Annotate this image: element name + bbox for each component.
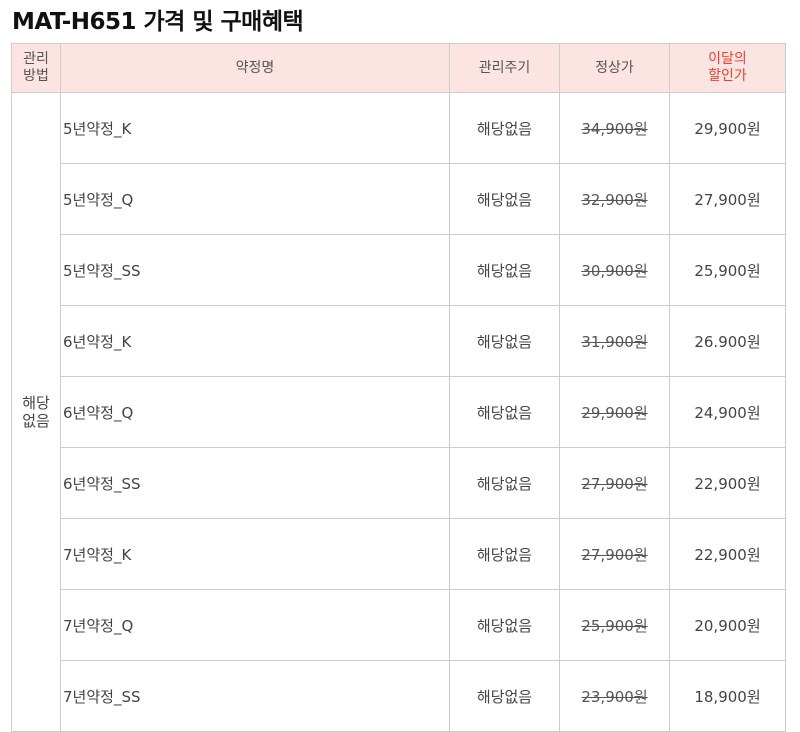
regular-price-cell: 27,900원 <box>559 518 670 590</box>
header-cycle: 관리주기 <box>449 43 560 93</box>
discount-price-cell: 18,900원 <box>669 660 786 732</box>
plan-name-cell: 5년약정_SS <box>60 234 450 306</box>
regular-price-strikethrough: 27,900원 <box>581 545 648 564</box>
table-row: 7년약정_Q 해당없음 25,900원 20,900원 <box>12 589 786 661</box>
table-header-row: 관리 방법 약정명 관리주기 정상가 이달의 할인가 <box>11 43 786 93</box>
method-value-line-1: 해당 <box>22 394 50 412</box>
method-cell: 해당 없음 <box>11 92 61 732</box>
discount-price-cell: 22,900원 <box>669 447 786 519</box>
cycle-cell: 해당없음 <box>449 234 560 306</box>
regular-price-cell: 29,900원 <box>559 376 670 448</box>
table-row: 7년약정_SS 해당없음 23,900원 18,900원 <box>12 660 786 732</box>
header-discount-line-1: 이달의 <box>708 51 747 67</box>
header-method: 관리 방법 <box>11 43 61 93</box>
regular-price-strikethrough: 30,900원 <box>581 261 648 280</box>
regular-price-cell: 30,900원 <box>559 234 670 306</box>
regular-price-cell: 25,900원 <box>559 589 670 661</box>
header-plan-name: 약정명 <box>60 43 450 93</box>
header-method-line-2: 방법 <box>23 68 49 84</box>
cycle-cell: 해당없음 <box>449 305 560 377</box>
regular-price-cell: 27,900원 <box>559 447 670 519</box>
regular-price-cell: 34,900원 <box>559 92 670 164</box>
table-row: 6년약정_K 해당없음 31,900원 26.900원 <box>12 305 786 377</box>
regular-price-strikethrough: 25,900원 <box>581 616 648 635</box>
price-table: 관리 방법 약정명 관리주기 정상가 이달의 할인가 해당 없음 5년약정_K 해당없… <box>11 43 786 732</box>
regular-price-strikethrough: 23,900원 <box>581 687 648 706</box>
cycle-cell: 해당없음 <box>449 518 560 590</box>
regular-price-strikethrough: 32,900원 <box>581 190 648 209</box>
discount-price-cell: 27,900원 <box>669 163 786 235</box>
cycle-cell: 해당없음 <box>449 92 560 164</box>
plan-name-cell: 7년약정_Q <box>60 589 450 661</box>
plan-name-cell: 7년약정_K <box>60 518 450 590</box>
table-row: 5년약정_Q 해당없음 32,900원 27,900원 <box>12 163 786 235</box>
regular-price-strikethrough: 31,900원 <box>581 332 648 351</box>
discount-price-cell: 24,900원 <box>669 376 786 448</box>
header-regular-price: 정상가 <box>559 43 670 93</box>
page: MAT-H651 가격 및 구매혜택 관리 방법 약정명 관리주기 정상가 이달… <box>0 0 800 732</box>
header-discount-line-2: 할인가 <box>708 68 747 84</box>
cycle-cell: 해당없음 <box>449 447 560 519</box>
discount-price-cell: 26.900원 <box>669 305 786 377</box>
plan-name-cell: 7년약정_SS <box>60 660 450 732</box>
discount-price-cell: 25,900원 <box>669 234 786 306</box>
regular-price-strikethrough: 34,900원 <box>581 119 648 138</box>
table-row: 7년약정_K 해당없음 27,900원 22,900원 <box>12 518 786 590</box>
regular-price-cell: 23,900원 <box>559 660 670 732</box>
table-row: 6년약정_SS 해당없음 27,900원 22,900원 <box>12 447 786 519</box>
plan-name-cell: 5년약정_Q <box>60 163 450 235</box>
cycle-cell: 해당없음 <box>449 163 560 235</box>
table-body: 해당 없음 5년약정_K 해당없음 34,900원 29,900원 5년약정_Q 해당없음 32… <box>11 92 786 732</box>
discount-price-cell: 29,900원 <box>669 92 786 164</box>
page-title: MAT-H651 가격 및 구매혜택 <box>12 9 304 35</box>
cycle-cell: 해당없음 <box>449 589 560 661</box>
table-row: 해당 없음 5년약정_K 해당없음 34,900원 29,900원 <box>11 92 786 732</box>
discount-price-cell: 22,900원 <box>669 518 786 590</box>
header-discount-price: 이달의 할인가 <box>669 43 786 93</box>
method-value-line-2: 없음 <box>22 412 50 430</box>
plan-name-cell: 6년약정_K <box>60 305 450 377</box>
regular-price-strikethrough: 27,900원 <box>581 474 648 493</box>
cycle-cell: 해당없음 <box>449 376 560 448</box>
plan-name-cell: 6년약정_Q <box>60 376 450 448</box>
table-row: 6년약정_Q 해당없음 29,900원 24,900원 <box>12 376 786 448</box>
plan-name-cell: 6년약정_SS <box>60 447 450 519</box>
header-method-line-1: 관리 <box>23 51 49 67</box>
table-row: 5년약정_SS 해당없음 30,900원 25,900원 <box>12 234 786 306</box>
regular-price-cell: 31,900원 <box>559 305 670 377</box>
regular-price-cell: 32,900원 <box>559 163 670 235</box>
cycle-cell: 해당없음 <box>449 660 560 732</box>
regular-price-strikethrough: 29,900원 <box>581 403 648 422</box>
plan-name-cell: 5년약정_K <box>60 92 450 164</box>
discount-price-cell: 20,900원 <box>669 589 786 661</box>
